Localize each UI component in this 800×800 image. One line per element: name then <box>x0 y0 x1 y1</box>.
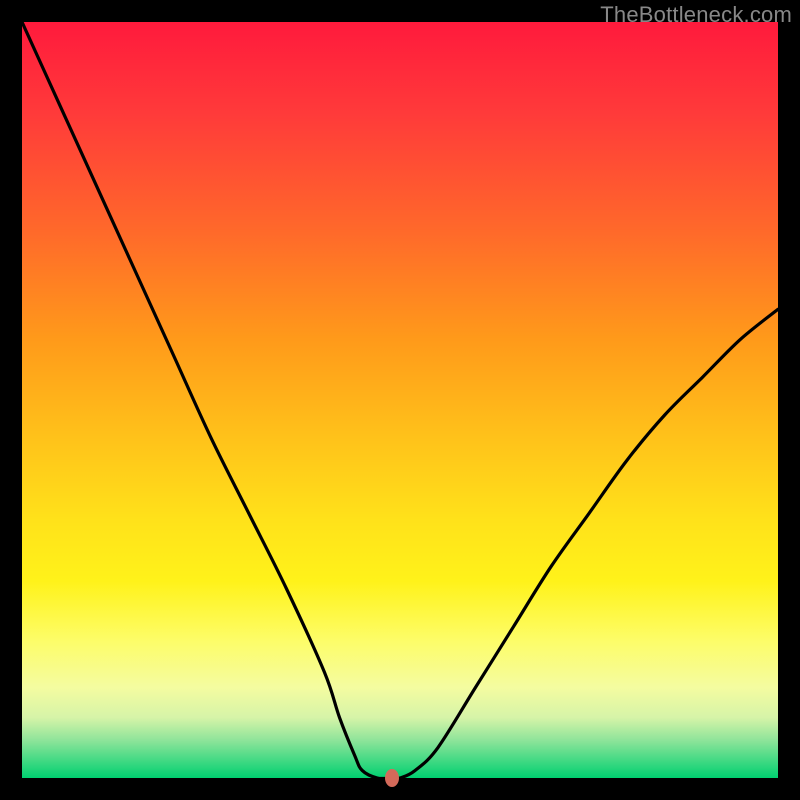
curve-path <box>22 22 778 779</box>
chart-frame: TheBottleneck.com <box>0 0 800 800</box>
watermark-text: TheBottleneck.com <box>600 2 792 28</box>
min-point-marker <box>385 769 399 787</box>
bottleneck-curve <box>22 22 778 778</box>
